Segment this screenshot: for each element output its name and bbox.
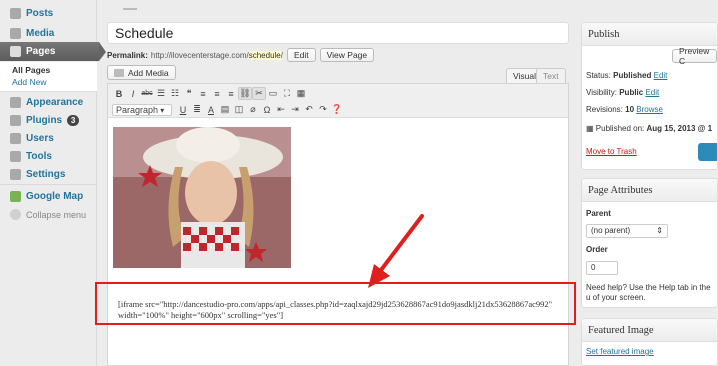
more-tag-icon[interactable]: ▭ — [266, 88, 280, 99]
permalink-base[interactable]: http://ilovecenterstage.com/ — [151, 51, 249, 60]
underline-icon[interactable]: U — [176, 105, 190, 115]
revisions-row: Revisions: 10 Browse — [586, 105, 663, 114]
bullet-list-icon[interactable]: ☰ — [154, 88, 168, 99]
align-center-icon[interactable]: ≡ — [210, 89, 224, 99]
preview-changes-button[interactable]: Preview C — [672, 46, 717, 66]
align-left-icon[interactable]: ≡ — [196, 89, 210, 99]
fullscreen-icon[interactable]: ⛶ — [280, 88, 294, 99]
order-label: Order — [586, 245, 608, 254]
admin-sidebar: Posts Media Pages All Pages Add New Appe… — [0, 0, 106, 366]
tab-text[interactable]: Text — [536, 68, 566, 83]
unlink-icon[interactable]: ✂ — [252, 87, 266, 100]
featured-image-box: Featured Image Set featured image — [581, 318, 718, 366]
menu-tools[interactable]: Tools — [0, 147, 97, 166]
blockquote-icon[interactable]: ❝ — [182, 88, 196, 99]
toolbar-row-1: B I abc ☰ ☷ ❝ ≡ ≡ ≡ ⛓ ✂ ▭ ⛶ ▦ — [112, 86, 308, 101]
kitchen-sink-icon[interactable]: ▦ — [294, 88, 308, 99]
annotation-highlight-box — [95, 282, 576, 325]
menu-plugins[interactable]: Plugins 3 — [0, 111, 97, 130]
publish-box: Publish Preview C Status: Published Edit… — [581, 22, 718, 170]
media-icon — [114, 68, 124, 77]
menu-users[interactable]: Users — [0, 129, 97, 148]
calendar-icon: ▦ — [586, 124, 594, 133]
align-right-icon[interactable]: ≡ — [224, 89, 238, 99]
title-input[interactable]: Schedule — [107, 22, 569, 44]
insert-link-icon[interactable]: ⛓ — [238, 87, 252, 100]
collapse-icon — [10, 209, 21, 220]
parent-label: Parent — [586, 209, 611, 218]
permalink-row: Permalink: http://ilovecenterstage.com/s… — [107, 48, 375, 62]
appearance-icon — [10, 97, 21, 108]
select-arrows-icon: ⇕ — [656, 226, 663, 235]
pages-submenu: All Pages Add New — [0, 62, 97, 92]
update-count-badge: 3 — [67, 115, 80, 126]
help-icon[interactable]: ❓ — [330, 104, 344, 115]
special-character-icon[interactable]: Ω — [260, 105, 274, 115]
undo-icon[interactable]: ↶ — [302, 104, 316, 115]
bold-icon[interactable]: B — [112, 89, 126, 99]
help-text: Need help? Use the Help tab in the u of … — [586, 283, 711, 302]
format-select[interactable]: Paragraph ▾ — [112, 103, 172, 116]
add-media-button[interactable]: Add Media — [107, 65, 176, 80]
toolbar-row-2: Paragraph ▾ U ≣ A ▤ ◫ ⌀ Ω ⇤ ⇥ ↶ ↷ ❓ — [112, 102, 344, 117]
italic-icon[interactable]: I — [126, 89, 140, 99]
page-attributes-heading: Page Attributes — [582, 179, 717, 202]
inserted-photo[interactable] — [113, 127, 291, 268]
order-input[interactable]: 0 — [586, 261, 618, 275]
submenu-all-pages[interactable]: All Pages — [0, 64, 97, 76]
indent-icon[interactable]: ⇥ — [288, 104, 302, 115]
view-page-button[interactable]: View Page — [319, 48, 375, 62]
media-icon — [10, 28, 21, 39]
menu-google-map[interactable]: Google Map — [0, 187, 97, 206]
paste-text-icon[interactable]: ▤ — [218, 104, 232, 115]
parent-select[interactable]: (no parent) ⇕ — [586, 224, 668, 238]
menu-pages[interactable]: Pages — [0, 42, 106, 61]
users-icon — [10, 133, 21, 144]
pin-icon — [10, 8, 21, 19]
published-on-row: ▦ Published on: Aug 15, 2013 @ 1 — [586, 124, 713, 133]
screen-options-tab[interactable] — [123, 8, 137, 10]
visibility-row: Visibility: Public Edit — [586, 88, 660, 97]
update-button[interactable] — [698, 143, 717, 161]
publish-heading: Publish — [582, 23, 717, 46]
numbered-list-icon[interactable]: ☷ — [168, 88, 182, 99]
redo-icon[interactable]: ↷ — [316, 104, 330, 115]
featured-image-heading: Featured Image — [582, 319, 717, 342]
move-to-trash-link[interactable]: Move to Trash — [586, 147, 637, 156]
status-row: Status: Published Edit — [586, 71, 668, 80]
strikethrough-icon[interactable]: abc — [140, 90, 154, 97]
map-icon — [10, 191, 21, 202]
edit-visibility-link[interactable]: Edit — [645, 88, 659, 97]
paste-word-icon[interactable]: ◫ — [232, 104, 246, 115]
permalink-label: Permalink: — [107, 50, 148, 60]
edit-status-link[interactable]: Edit — [654, 71, 668, 80]
pages-icon — [10, 46, 21, 57]
text-color-icon[interactable]: A — [204, 105, 218, 115]
menu-posts[interactable]: Posts — [0, 4, 97, 23]
editor-content[interactable]: [iframe src="http://dancestudio-pro.com/… — [108, 119, 568, 365]
permalink-trail: / — [280, 50, 283, 60]
page-attributes-box: Page Attributes Parent (no parent) ⇕ Orde… — [581, 178, 718, 308]
menu-appearance[interactable]: Appearance — [0, 93, 97, 112]
submenu-add-new[interactable]: Add New — [0, 76, 97, 88]
menu-separator — [0, 184, 97, 185]
permalink-slug[interactable]: schedule — [248, 50, 281, 60]
plug-icon — [10, 115, 21, 126]
edit-permalink-button[interactable]: Edit — [287, 48, 316, 62]
collapse-menu-button[interactable]: Collapse menu — [0, 205, 97, 224]
tools-icon — [10, 151, 21, 162]
annotation-arrow-icon — [368, 214, 424, 288]
outdent-icon[interactable]: ⇤ — [274, 104, 288, 115]
set-featured-image-link[interactable]: Set featured image — [586, 347, 654, 356]
menu-settings[interactable]: Settings — [0, 165, 97, 184]
editor-toolbar: B I abc ☰ ☷ ❝ ≡ ≡ ≡ ⛓ ✂ ▭ ⛶ ▦ Paragraph … — [108, 84, 568, 118]
browse-revisions-link[interactable]: Browse — [636, 105, 663, 114]
settings-icon — [10, 169, 21, 180]
menu-media[interactable]: Media — [0, 24, 97, 43]
clear-formatting-icon[interactable]: ⌀ — [246, 104, 260, 115]
justify-icon[interactable]: ≣ — [190, 104, 204, 115]
